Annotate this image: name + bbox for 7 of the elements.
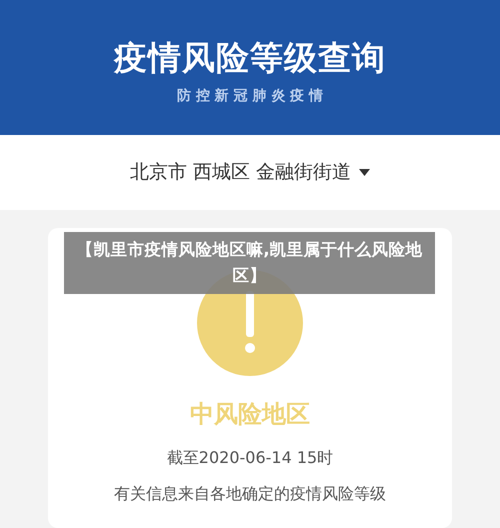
risk-level: 中风险地区 (190, 399, 310, 430)
info-note: 有关信息来自各地确定的疫情风险等级 (114, 483, 386, 505)
page-subtitle: 防 控 新 冠 肺 炎 疫 情 (176, 86, 324, 106)
location-selector[interactable]: 北京市 西城区 金融街街道 (130, 158, 370, 187)
caption-banner: 【凯里市疫情风险地区嘛,凯里属于什么风险地区】 (64, 232, 435, 294)
page-title: 疫情风险等级查询 (114, 37, 386, 79)
update-time: 截至2020-06-14 15时 (166, 447, 334, 469)
